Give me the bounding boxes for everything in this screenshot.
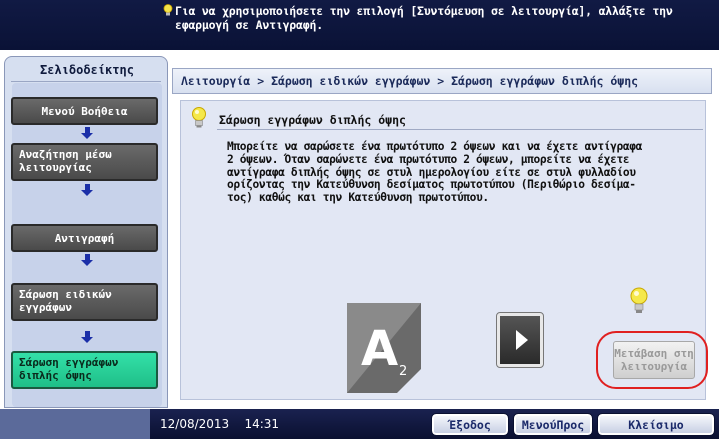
- bookmark-help-menu[interactable]: Μενού Βοήθεια: [11, 97, 158, 125]
- duplex-document-icon: A 2: [347, 303, 421, 393]
- divider: [217, 129, 703, 130]
- message-bar: Για να χρησιμοποιήσετε την επιλογή [Συντ…: [0, 0, 719, 50]
- breadcrumb: Λειτουργία > Σάρωση ειδικών εγγράφων > Σ…: [172, 68, 712, 94]
- help-text-line: τος) καθώς και την Κατεύθυνση πρωτοτύπου…: [227, 191, 489, 205]
- exit-button[interactable]: Έξοδος: [431, 413, 509, 436]
- main-panel: Λειτουργία > Σάρωση ειδικών εγγράφων > Σ…: [172, 68, 717, 410]
- breadcrumb-separator: >: [257, 74, 265, 88]
- help-text-line: Μπορείτε να σαρώσετε ένα πρωτότυπο 2 όψε…: [227, 140, 643, 153]
- demo-subscript: 2: [399, 364, 407, 379]
- play-icon: [515, 330, 528, 350]
- bookmark-copy[interactable]: Αντιγραφή: [11, 224, 158, 252]
- lightbulb-icon: [192, 107, 206, 128]
- message-line-1: Για να χρησιμοποιήσετε την επιλογή [Συντ…: [175, 4, 673, 18]
- date-time: 12/08/2013 14:31: [160, 417, 279, 431]
- bookmark-label: Αντιγραφή: [54, 231, 115, 245]
- help-text-line: 2 όψεων. Όταν σαρώνετε ένα πρωτότυπο 2 ό…: [227, 152, 630, 166]
- message-text: Για να χρησιμοποιήσετε την επιλογή [Συντ…: [175, 4, 715, 32]
- close-button[interactable]: Κλείσιμο: [597, 413, 715, 436]
- breadcrumb-item: Λειτουργία: [181, 74, 251, 88]
- time: 14:31: [244, 417, 280, 431]
- bookmark-list: Μενού Βοήθεια Αναζήτηση μέσω λειτουργίας…: [11, 83, 162, 407]
- lightbulb-icon: [163, 4, 173, 16]
- play-animation-button[interactable]: [496, 312, 544, 368]
- help-description: Μπορείτε να σαρώσετε ένα πρωτότυπο 2 όψε…: [227, 140, 697, 205]
- bookmark-label: διπλής όψης: [19, 369, 92, 382]
- bookmark-label: Σάρωση ειδικών: [19, 288, 112, 301]
- divider: [11, 81, 161, 82]
- status-bar-left: [0, 409, 150, 439]
- bookmark-label: Μενού Βοήθεια: [41, 104, 128, 118]
- bookmark-search-by-function[interactable]: Αναζήτηση μέσω λειτουργίας: [11, 143, 158, 181]
- breadcrumb-item: Σάρωση εγγράφων διπλής όψης: [451, 74, 639, 88]
- breadcrumb-item: Σάρωση ειδικών εγγράφων: [271, 74, 431, 88]
- bookmark-special-scan[interactable]: Σάρωση ειδικών εγγράφων: [11, 283, 158, 321]
- bookmark-label: Σάρωση εγγράφων: [19, 356, 119, 369]
- bookmark-title: Σελιδοδείκτης: [40, 63, 134, 77]
- message-line-2: εφαρμογή σε Αντιγραφή.: [175, 18, 323, 32]
- breadcrumb-separator: >: [437, 74, 445, 88]
- bookmark-panel: Σελιδοδείκτης Μενού Βοήθεια Αναζήτηση μέ…: [4, 56, 168, 408]
- date: 12/08/2013: [160, 417, 230, 431]
- menu-button[interactable]: ΜενούΠρος: [513, 413, 593, 436]
- help-title: Σάρωση εγγράφων διπλής όψης: [219, 113, 406, 127]
- bookmark-label: εγγράφων: [19, 301, 72, 314]
- bookmark-duplex-scan[interactable]: Σάρωση εγγράφων διπλής όψης: [11, 351, 158, 389]
- bookmark-label: λειτουργίας: [19, 161, 92, 174]
- help-content: Σάρωση εγγράφων διπλής όψης Μπορείτε να …: [180, 100, 708, 400]
- demo-letter: A: [361, 321, 398, 377]
- go-to-label: Μετάβαση στη: [614, 347, 694, 360]
- bookmark-label: Αναζήτηση μέσω: [19, 148, 112, 161]
- status-bar: 12/08/2013 14:31 Έξοδος ΜενούΠρος Κλείσι…: [0, 409, 719, 439]
- go-to-function-button[interactable]: Μετάβαση στη λειτουργία: [613, 341, 695, 379]
- lightbulb-icon: [630, 287, 648, 313]
- go-to-label: λειτουργία: [620, 360, 688, 373]
